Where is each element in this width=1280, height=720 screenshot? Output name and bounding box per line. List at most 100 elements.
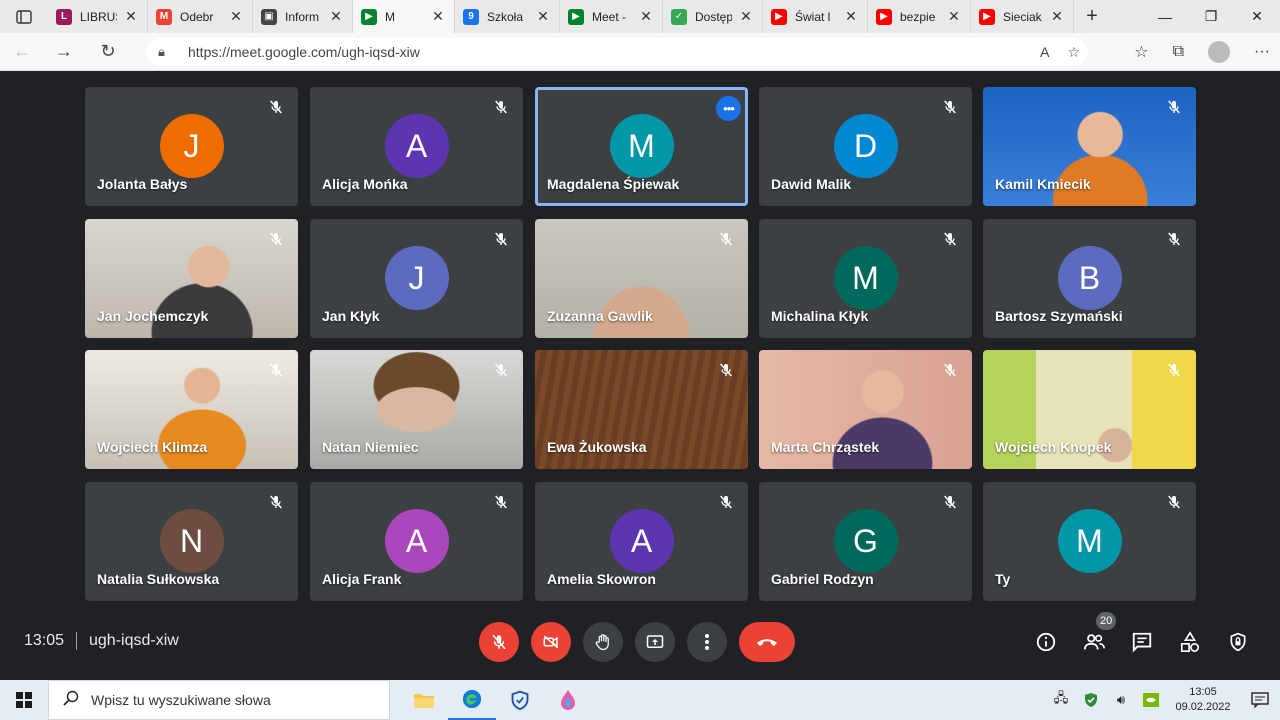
participant-tile[interactable]: Kamil Kmiecik bbox=[983, 87, 1196, 206]
mic-muted-icon bbox=[944, 232, 956, 246]
back-button[interactable]: ← bbox=[0, 33, 44, 71]
close-tab-icon[interactable]: ✕ bbox=[535, 8, 551, 25]
camera-toggle-button[interactable] bbox=[531, 622, 571, 662]
participant-tile[interactable]: J Jan Kłyk bbox=[310, 219, 523, 338]
window-controls: — ❐ ✕ bbox=[1142, 0, 1280, 33]
notification-icon bbox=[1251, 692, 1269, 708]
participant-name: Marta Chrząstek bbox=[771, 439, 880, 455]
close-tab-icon[interactable]: ✕ bbox=[1049, 8, 1065, 25]
participant-avatar: J bbox=[384, 246, 449, 310]
close-tab-icon[interactable]: ✕ bbox=[430, 8, 446, 25]
activities-button[interactable] bbox=[1176, 628, 1204, 656]
browser-tab[interactable]: M Odebr ✕ bbox=[148, 0, 253, 33]
mic-muted-icon bbox=[944, 495, 956, 509]
participant-tile[interactable]: Ewa Żukowska bbox=[535, 350, 748, 469]
new-tab-button[interactable]: + bbox=[1074, 5, 1110, 28]
activities-icon bbox=[1180, 631, 1200, 652]
leave-call-button[interactable] bbox=[739, 622, 795, 662]
address-bar-row: ← → ↻ 🔒︎ https://meet.google.com/ugh-iqs… bbox=[0, 33, 1280, 71]
participant-tile[interactable]: Zuzanna Gawlik bbox=[535, 219, 748, 338]
close-tab-icon[interactable]: ✕ bbox=[638, 8, 654, 25]
raise-hand-button[interactable] bbox=[583, 622, 623, 662]
present-screen-button[interactable] bbox=[635, 622, 675, 662]
participant-tile[interactable]: B Bartosz Szymański bbox=[983, 219, 1196, 338]
close-tab-icon[interactable]: ✕ bbox=[228, 8, 244, 25]
mic-muted-icon bbox=[495, 100, 507, 114]
meeting-details-button[interactable] bbox=[1032, 628, 1060, 656]
meet-control-bar: 13:05 ugh-iqsd-xiw bbox=[0, 610, 1280, 674]
tab-favicon-icon: M bbox=[156, 8, 172, 25]
maximize-button[interactable]: ❐ bbox=[1188, 0, 1234, 33]
browser-tab[interactable]: ▣ Inform ✕ bbox=[253, 0, 353, 33]
browser-tab[interactable]: 9 Szkoła ✕ bbox=[455, 0, 560, 33]
browser-tab[interactable]: ▶ bezpie ✕ bbox=[868, 0, 971, 33]
participant-tile[interactable]: Natan Niemiec bbox=[310, 350, 523, 469]
minimize-button[interactable]: — bbox=[1142, 0, 1188, 33]
browser-tab[interactable]: ▶ M ✕ bbox=[353, 0, 455, 33]
close-window-button[interactable]: ✕ bbox=[1234, 0, 1280, 33]
settings-more-icon[interactable]: ··· bbox=[1254, 43, 1270, 61]
start-button[interactable] bbox=[0, 680, 48, 720]
collections-icon[interactable]: ⧉ bbox=[1173, 43, 1184, 61]
participant-name: Ewa Żukowska bbox=[547, 439, 647, 455]
defender-tray-icon[interactable] bbox=[1076, 692, 1106, 708]
people-button[interactable] bbox=[1080, 628, 1108, 656]
chat-button[interactable] bbox=[1128, 628, 1156, 656]
taskbar-clock[interactable]: 13:05 09.02.2022 bbox=[1166, 685, 1240, 715]
participant-tile[interactable]: N Natalia Sułkowska bbox=[85, 482, 298, 601]
mic-muted-icon bbox=[270, 232, 282, 246]
profile-avatar[interactable] bbox=[1208, 41, 1231, 63]
nvidia-tray-icon[interactable] bbox=[1136, 693, 1166, 707]
read-aloud-icon[interactable]: A bbox=[1040, 44, 1049, 61]
mic-toggle-button[interactable] bbox=[479, 622, 519, 662]
close-tab-icon[interactable]: ✕ bbox=[946, 8, 962, 25]
participant-tile[interactable]: Wojciech Klimza bbox=[85, 350, 298, 469]
favorites-icon[interactable]: ☆ bbox=[1134, 42, 1148, 62]
taskbar-search-field[interactable]: Wpisz tu wyszukiwane słowa bbox=[48, 680, 390, 720]
app-drop-taskbar-button[interactable] bbox=[544, 680, 592, 720]
participant-tile[interactable]: A Amelia Skowron bbox=[535, 482, 748, 601]
participant-tile[interactable]: D Dawid Malik bbox=[759, 87, 972, 206]
browser-tab[interactable]: ▶ Świat l ✕ bbox=[763, 0, 868, 33]
windows-taskbar: Wpisz tu wyszukiwane słowa 🖧︎ 🔊︎ 13:05 0… bbox=[0, 680, 1280, 720]
participant-tile[interactable]: J Jolanta Bałys bbox=[85, 87, 298, 206]
mic-muted-icon bbox=[1168, 100, 1180, 114]
network-device-icon[interactable]: 🖧︎ bbox=[1046, 689, 1076, 711]
security-taskbar-button[interactable] bbox=[496, 680, 544, 720]
browser-tab[interactable]: ▶ Meet - ✕ bbox=[560, 0, 663, 33]
notifications-button[interactable] bbox=[1240, 692, 1280, 708]
participant-tile[interactable]: A Alicja Frank bbox=[310, 482, 523, 601]
participant-tile[interactable]: M Magdalena Śpiewak ••• bbox=[535, 87, 748, 206]
participant-tile[interactable]: M Michalina Kłyk bbox=[759, 219, 972, 338]
participant-tile[interactable]: G Gabriel Rodzyn bbox=[759, 482, 972, 601]
close-tab-icon[interactable]: ✕ bbox=[738, 8, 754, 25]
edge-taskbar-button[interactable] bbox=[448, 680, 496, 720]
participant-tile[interactable]: Marta Chrząstek bbox=[759, 350, 972, 469]
participant-avatar: D bbox=[833, 114, 898, 178]
file-explorer-taskbar-button[interactable] bbox=[400, 680, 448, 720]
add-favorite-icon[interactable]: ☆ bbox=[1067, 44, 1080, 61]
tab-actions-button[interactable] bbox=[0, 0, 48, 33]
more-options-icon[interactable]: ••• bbox=[716, 96, 741, 121]
participant-tile[interactable]: A Alicja Mońka bbox=[310, 87, 523, 206]
participant-tile[interactable]: M Ty bbox=[983, 482, 1196, 601]
browser-tab[interactable]: ▶ Sieciak ✕ bbox=[971, 0, 1074, 33]
participant-tile[interactable]: Jan Jochemczyk bbox=[85, 219, 298, 338]
participant-name: Natalia Sułkowska bbox=[97, 571, 220, 587]
forward-button[interactable]: → bbox=[42, 33, 86, 71]
close-tab-icon[interactable]: ✕ bbox=[328, 8, 344, 25]
shield-lock-icon bbox=[1230, 632, 1246, 652]
edge-icon bbox=[462, 689, 482, 709]
tab-favicon-icon: ▶ bbox=[568, 8, 584, 25]
close-tab-icon[interactable]: ✕ bbox=[123, 8, 139, 25]
url-field[interactable]: 🔒︎ https://meet.google.com/ugh-iqsd-xiw … bbox=[146, 38, 1088, 66]
volume-icon[interactable]: 🔊︎ bbox=[1106, 692, 1136, 708]
host-controls-button[interactable] bbox=[1224, 628, 1252, 656]
tab-title: M bbox=[385, 9, 395, 24]
more-options-button[interactable] bbox=[687, 622, 727, 662]
browser-tab[interactable]: L LIBRUS ✕ bbox=[48, 0, 148, 33]
refresh-button[interactable]: ↻ bbox=[86, 33, 130, 71]
participant-tile[interactable]: Wojciech Knopek bbox=[983, 350, 1196, 469]
close-tab-icon[interactable]: ✕ bbox=[843, 8, 859, 25]
browser-tab[interactable]: ✓ Dostęp ✕ bbox=[663, 0, 763, 33]
